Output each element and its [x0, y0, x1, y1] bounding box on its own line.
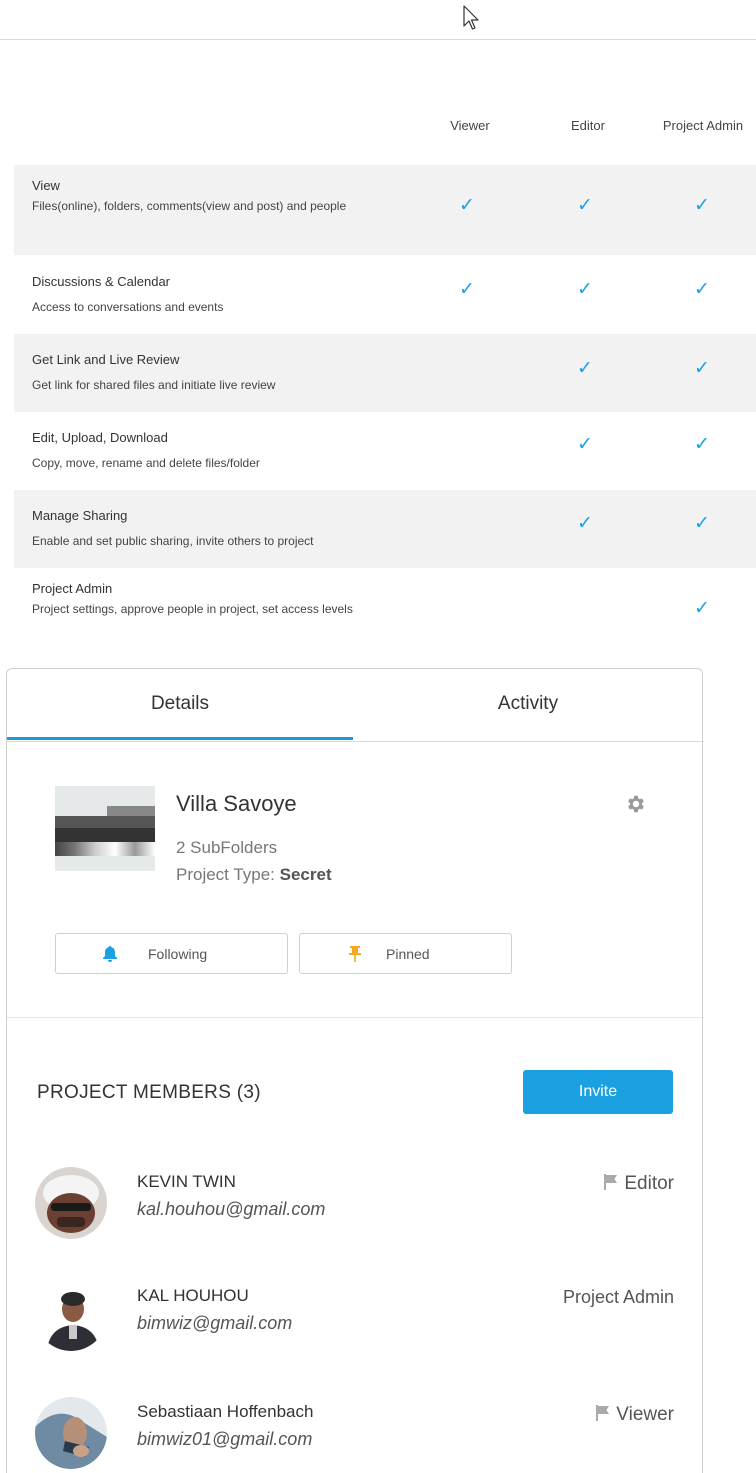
- member-role[interactable]: Project Admin: [563, 1287, 674, 1308]
- top-bar: [0, 0, 756, 40]
- project-type-value: Secret: [279, 865, 332, 884]
- avatar: [35, 1397, 107, 1469]
- tab-activity[interactable]: Activity: [353, 693, 703, 715]
- permission-title: View: [32, 178, 60, 193]
- check-icon: ✓: [577, 512, 593, 534]
- permission-row-edit-upload-download: Edit, Upload, Download Copy, move, renam…: [14, 412, 756, 490]
- check-icon: ✓: [694, 512, 710, 534]
- project-subfolders: 2 SubFolders: [176, 838, 278, 857]
- member-row[interactable]: Sebastiaan Hoffenbach bimwiz01@gmail.com…: [7, 1389, 704, 1469]
- permission-title: Get Link and Live Review: [32, 352, 180, 367]
- column-header-project-admin: Project Admin: [662, 118, 744, 133]
- member-email: bimwiz@gmail.com: [137, 1313, 293, 1333]
- member-role-label: Editor: [624, 1173, 674, 1194]
- project-name: Villa Savoye: [176, 791, 297, 816]
- member-role[interactable]: Editor: [603, 1173, 674, 1195]
- permission-title: Manage Sharing: [32, 508, 128, 523]
- active-tab-indicator: [7, 737, 353, 740]
- member-role[interactable]: Viewer: [595, 1404, 674, 1426]
- permission-row-view: View Files(online), folders, comments(vi…: [14, 165, 756, 255]
- permission-row-manage-sharing: Manage Sharing Enable and set public sha…: [14, 490, 756, 568]
- mouse-cursor-icon: [463, 5, 479, 30]
- permission-title: Edit, Upload, Download: [32, 430, 168, 445]
- check-icon: ✓: [694, 278, 710, 300]
- check-icon: ✓: [577, 357, 593, 379]
- details-panel: Details Activity Villa Savoye 2 SubFolde…: [6, 668, 704, 1473]
- member-row[interactable]: KAL HOUHOU bimwiz@gmail.com Project Admi…: [7, 1279, 704, 1359]
- tab-details[interactable]: Details: [7, 693, 353, 715]
- bell-icon: [103, 946, 117, 962]
- project-type-label: Project Type:: [176, 865, 275, 884]
- gear-icon[interactable]: [625, 793, 647, 815]
- check-icon: ✓: [694, 433, 710, 455]
- check-icon: ✓: [694, 194, 710, 216]
- pin-icon: [349, 946, 361, 962]
- check-icon: ✓: [577, 433, 593, 455]
- member-email: bimwiz01@gmail.com: [137, 1429, 313, 1449]
- flag-icon: [604, 1174, 618, 1190]
- check-icon: ✓: [577, 194, 593, 216]
- following-button[interactable]: Following: [55, 933, 288, 974]
- following-label: Following: [148, 946, 208, 962]
- permission-description: Copy, move, rename and delete files/fold…: [32, 456, 260, 470]
- avatar: [35, 1167, 107, 1239]
- flag-icon: [596, 1405, 610, 1421]
- permission-row-project-admin: Project Admin Project settings, approve …: [14, 568, 756, 660]
- permission-title: Project Admin: [32, 581, 113, 596]
- column-header-viewer: Viewer: [450, 118, 490, 133]
- check-icon: ✓: [694, 357, 710, 379]
- tab-divider: [7, 741, 704, 742]
- section-divider: [7, 1017, 704, 1018]
- member-name: KEVIN TWIN: [137, 1172, 236, 1191]
- member-email: kal.houhou@gmail.com: [137, 1199, 326, 1219]
- check-icon: ✓: [577, 278, 593, 300]
- column-header-editor: Editor: [571, 118, 605, 133]
- permission-row-discussions-calendar: Discussions & Calendar Access to convers…: [14, 256, 756, 334]
- pinned-label: Pinned: [386, 946, 430, 962]
- invite-button[interactable]: Invite: [523, 1070, 673, 1114]
- member-row[interactable]: KEVIN TWIN kal.houhou@gmail.com Editor: [7, 1159, 704, 1239]
- member-role-label: Viewer: [616, 1404, 674, 1425]
- project-thumbnail: [55, 786, 155, 871]
- avatar: [35, 1279, 107, 1351]
- check-icon: ✓: [694, 597, 710, 619]
- member-name: Sebastiaan Hoffenbach: [137, 1402, 314, 1421]
- check-icon: ✓: [459, 194, 475, 216]
- project-members-title: PROJECT MEMBERS (3): [37, 1082, 261, 1103]
- permission-row-get-link-live-review: Get Link and Live Review Get link for sh…: [14, 334, 756, 412]
- permission-description: Access to conversations and events: [32, 300, 224, 314]
- permission-description: Get link for shared files and initiate l…: [32, 378, 276, 392]
- check-icon: ✓: [459, 278, 475, 300]
- member-name: KAL HOUHOU: [137, 1286, 249, 1305]
- permission-description: Project settings, approve people in proj…: [32, 602, 353, 616]
- pinned-button[interactable]: Pinned: [299, 933, 512, 974]
- permission-description: Enable and set public sharing, invite ot…: [32, 534, 314, 548]
- permission-description: Files(online), folders, comments(view an…: [32, 199, 347, 213]
- permission-title: Discussions & Calendar: [32, 274, 171, 289]
- project-type: Project Type: Secret: [176, 865, 332, 885]
